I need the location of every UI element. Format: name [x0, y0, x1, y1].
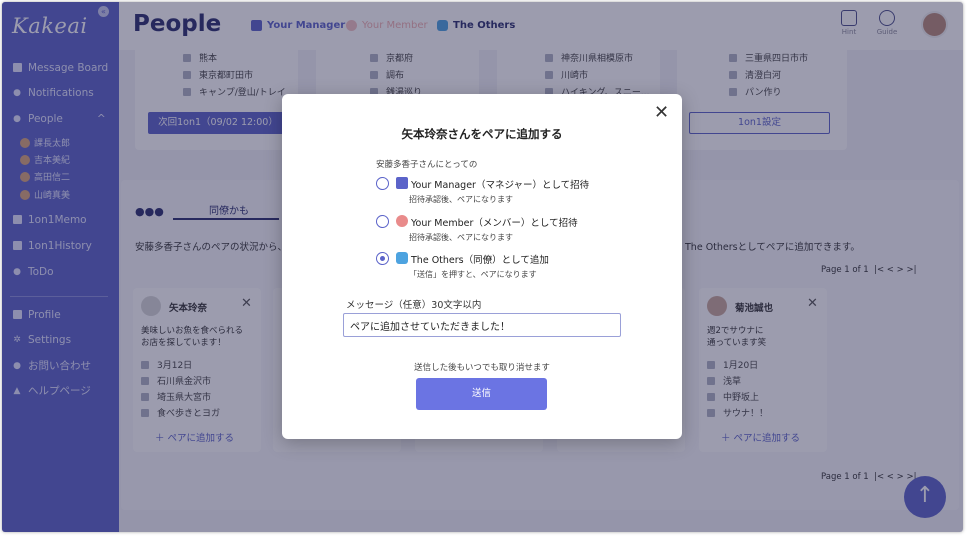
option-your-manager[interactable]: Your Manager（マネジャー）として招待 招待承認後、ペアになります [376, 176, 666, 206]
message-label: メッセージ（任意）30文字以内 [346, 300, 482, 311]
add-pair-modal: ✕ 矢本玲奈さんをペアに追加する 安藤多香子さんにとっての Your Manag… [282, 94, 682, 439]
cancel-note: 送信した後もいつでも取り消せます [414, 363, 550, 373]
others-icon [396, 252, 408, 264]
radio-your-manager[interactable] [376, 177, 389, 190]
option-your-member[interactable]: Your Member（メンバー）として招待 招待承認後、ペアになります [376, 214, 666, 244]
member-icon [396, 215, 408, 227]
option-label: Your Manager（マネジャー）として招待 [411, 180, 590, 191]
manager-icon [396, 177, 408, 189]
modal-title: 矢本玲奈さんをペアに追加する [401, 127, 563, 141]
app-window: Kakeai « Message Board ● Notifications ●… [2, 2, 963, 532]
option-label: Your Member（メンバー）として招待 [411, 218, 578, 229]
close-icon[interactable]: ✕ [654, 104, 669, 122]
send-button[interactable]: 送信 [416, 378, 547, 410]
option-label: The Others（同僚）として追加 [411, 255, 549, 266]
option-note: 招待承認後、ペアになります [409, 195, 513, 204]
option-note: 「送信」を押すと、ペアになります [409, 270, 537, 279]
option-the-others[interactable]: The Others（同僚）として追加 「送信」を押すと、ペアになります [376, 251, 666, 281]
message-input[interactable]: ペアに追加させていただきました！ [343, 313, 621, 337]
radio-the-others[interactable] [376, 252, 389, 265]
modal-for-label: 安藤多香子さんにとっての [376, 160, 478, 170]
option-note: 招待承認後、ペアになります [409, 233, 513, 242]
radio-your-member[interactable] [376, 215, 389, 228]
